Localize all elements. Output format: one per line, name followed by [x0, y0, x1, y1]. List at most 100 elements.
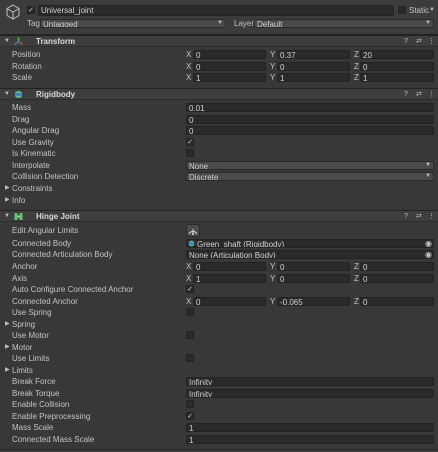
fold-arrow-icon[interactable]: ▼: [4, 89, 10, 100]
connected-articulation-body-field[interactable]: None (Articulation Body): [186, 250, 434, 259]
rotation-x-field[interactable]: 0: [193, 62, 266, 71]
x-label: X: [186, 62, 192, 71]
y-label: Y: [270, 73, 276, 82]
enable-preprocessing-label: Enable Preprocessing: [12, 412, 91, 421]
anchor-y-field[interactable]: 0: [277, 262, 350, 271]
static-label: Static: [409, 6, 430, 15]
rotation-z-field[interactable]: 0: [360, 62, 434, 71]
x-label: X: [186, 73, 192, 82]
constraints-foldout[interactable]: Constraints: [12, 183, 52, 194]
y-label: Y: [270, 262, 276, 271]
more-icon[interactable]: ⋮: [428, 89, 435, 100]
fold-arrow-icon[interactable]: ▶: [5, 319, 10, 330]
auto-configure-checkbox[interactable]: ✓: [186, 285, 194, 293]
tag-value: Untagged: [43, 20, 78, 28]
edit-angular-limits-label: Edit Angular Limits: [12, 226, 79, 235]
rigidbody-icon: [188, 240, 195, 249]
break-force-field[interactable]: Infinity: [186, 377, 434, 386]
angular-drag-label: Angular Drag: [12, 126, 60, 135]
break-torque-field[interactable]: Infinity: [186, 389, 434, 398]
motor-foldout[interactable]: Motor: [12, 342, 32, 353]
info-foldout[interactable]: Info: [12, 195, 25, 206]
more-icon[interactable]: ⋮: [428, 211, 435, 222]
fold-arrow-icon[interactable]: ▶: [5, 342, 10, 353]
angular-drag-field[interactable]: 0: [186, 126, 434, 135]
fold-arrow-icon[interactable]: ▶: [5, 365, 10, 376]
x-label: X: [186, 50, 192, 59]
x-label: X: [186, 274, 192, 283]
x-label: X: [186, 262, 192, 271]
axis-y-field[interactable]: 0: [277, 274, 350, 283]
anchor-x-field[interactable]: 0: [193, 262, 266, 271]
scale-x-field[interactable]: 1: [193, 73, 266, 82]
help-icon[interactable]: ?: [404, 211, 408, 222]
use-motor-checkbox[interactable]: [186, 331, 194, 339]
axis-label: Axis: [12, 274, 28, 283]
cube-icon: [5, 4, 21, 22]
fold-arrow-icon[interactable]: ▶: [5, 195, 10, 206]
transform-title: Transform: [36, 37, 76, 46]
scale-z-field[interactable]: 1: [360, 73, 434, 82]
preset-icon[interactable]: ⇄: [416, 211, 422, 222]
fold-arrow-icon[interactable]: ▼: [4, 211, 10, 222]
is-kinematic-checkbox[interactable]: [186, 149, 194, 157]
enable-collision-checkbox[interactable]: [186, 400, 194, 408]
anchor-z-field[interactable]: 0: [360, 262, 434, 271]
connected-anchor-x-field[interactable]: 0: [193, 297, 266, 306]
connected-mass-scale-field[interactable]: 1: [186, 435, 434, 444]
rigidbody-icon: [14, 90, 23, 101]
more-icon[interactable]: ⋮: [428, 36, 435, 47]
preset-icon[interactable]: ⇄: [416, 89, 422, 100]
connected-anchor-z-field[interactable]: 0: [360, 297, 434, 306]
z-label: Z: [354, 50, 359, 59]
use-gravity-checkbox[interactable]: ✓: [186, 138, 194, 146]
rotation-label: Rotation: [12, 62, 42, 71]
scale-y-field[interactable]: 1: [277, 73, 350, 82]
edit-angle-icon[interactable]: [186, 224, 200, 237]
use-gravity-label: Use Gravity: [12, 138, 54, 147]
position-y-field[interactable]: 0.37: [277, 50, 350, 59]
use-spring-checkbox[interactable]: [186, 308, 194, 316]
static-dropdown-icon[interactable]: ▼: [429, 5, 435, 16]
interpolate-dropdown[interactable]: None: [186, 161, 434, 170]
limits-foldout[interactable]: Limits: [12, 365, 33, 376]
connected-body-field[interactable]: Green_shaft (Rigidbody): [186, 239, 434, 248]
connected-anchor-y-field[interactable]: -0.065: [277, 297, 350, 306]
drag-field[interactable]: 0: [186, 115, 434, 124]
layer-label: Layer: [234, 19, 255, 28]
layer-value: Default: [257, 20, 283, 28]
static-toggle[interactable]: [398, 6, 406, 14]
layer-dropdown[interactable]: Default: [254, 19, 434, 28]
axis-x-field[interactable]: 1: [193, 274, 266, 283]
mass-field[interactable]: 0.01: [186, 103, 434, 112]
hinge-joint-title: Hinge Joint: [36, 212, 80, 221]
fold-arrow-icon[interactable]: ▶: [5, 183, 10, 194]
position-x-field[interactable]: 0: [193, 50, 266, 59]
drag-label: Drag: [12, 115, 30, 124]
connected-anchor-label: Connected Anchor: [12, 297, 78, 306]
object-name-field[interactable]: Universal_joint: [38, 5, 394, 16]
preset-icon[interactable]: ⇄: [416, 36, 422, 47]
use-limits-checkbox[interactable]: [186, 354, 194, 362]
position-z-field[interactable]: 20: [360, 50, 434, 59]
collision-detection-dropdown[interactable]: Discrete: [186, 172, 434, 181]
auto-configure-label: Auto Configure Connected Anchor: [12, 285, 134, 294]
mass-scale-field[interactable]: 1: [186, 423, 434, 432]
rotation-y-field[interactable]: 0: [277, 62, 350, 71]
help-icon[interactable]: ?: [404, 36, 408, 47]
z-label: Z: [354, 274, 359, 283]
use-limits-label: Use Limits: [12, 354, 50, 363]
use-spring-label: Use Spring: [12, 308, 52, 317]
rigidbody-title: Rigidbody: [36, 90, 76, 99]
help-icon[interactable]: ?: [404, 89, 408, 100]
target-icon[interactable]: ◉: [425, 238, 432, 249]
spring-foldout[interactable]: Spring: [12, 319, 35, 330]
enable-preprocessing-checkbox[interactable]: ✓: [186, 412, 194, 420]
axis-z-field[interactable]: 0: [360, 274, 434, 283]
break-force-label: Break Force: [12, 377, 56, 386]
tag-dropdown[interactable]: Untagged: [40, 19, 226, 28]
active-toggle[interactable]: ✓: [27, 6, 35, 14]
chevron-down-icon: ▼: [425, 20, 431, 26]
fold-arrow-icon[interactable]: ▼: [4, 36, 10, 47]
target-icon[interactable]: ◉: [425, 249, 432, 260]
